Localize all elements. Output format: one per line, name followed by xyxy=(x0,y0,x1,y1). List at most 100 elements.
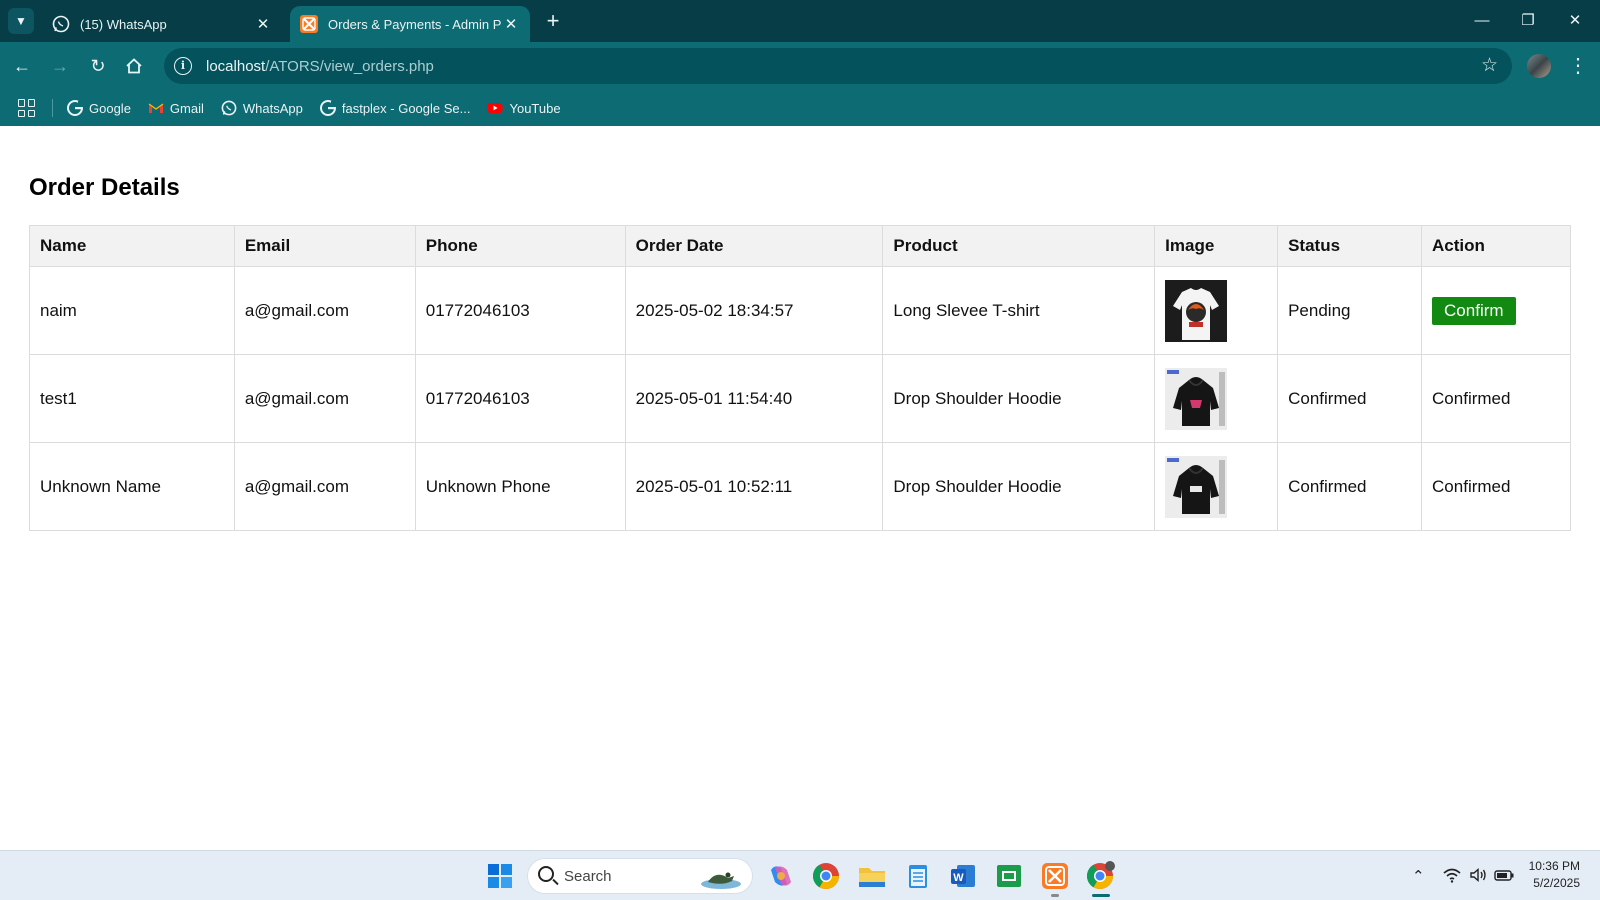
cell-action: Confirm xyxy=(1421,266,1571,355)
tab-strip: ▼ (15) WhatsApp ✕ Orders & Payments - Ad… xyxy=(0,0,1600,42)
bookmark-label: Google xyxy=(89,100,131,116)
address-url: localhost/ATORS/view_orders.php xyxy=(206,58,434,75)
tab-whatsapp[interactable]: (15) WhatsApp ✕ xyxy=(42,6,282,42)
tab-title: (15) WhatsApp xyxy=(80,16,167,32)
cell-action: Confirmed xyxy=(1421,442,1571,531)
bookmarks-divider xyxy=(52,99,53,117)
taskbar-search[interactable]: Search xyxy=(527,858,753,894)
column-header-email: Email xyxy=(233,225,416,267)
cell-product: Long Slevee T-shirt xyxy=(882,266,1156,355)
profile-avatar[interactable] xyxy=(1527,54,1551,78)
orders-table: Name Email Phone Order Date Product Imag… xyxy=(29,225,1571,531)
sheets-icon[interactable] xyxy=(993,860,1025,892)
cell-image xyxy=(1154,266,1279,355)
bookmark-fastplex[interactable]: fastplex - Google Se... xyxy=(319,100,470,116)
restore-icon[interactable]: ❐ xyxy=(1513,8,1543,34)
new-tab-button[interactable]: + xyxy=(540,8,566,34)
column-header-name: Name xyxy=(29,225,235,267)
close-window-icon[interactable]: ✕ xyxy=(1560,8,1590,34)
url-host: localhost xyxy=(206,57,266,75)
show-hidden-icons-icon[interactable]: ⌃ xyxy=(1412,867,1425,885)
black-hoodie-thumbnail xyxy=(1165,367,1228,430)
column-header-order-date: Order Date xyxy=(624,225,884,267)
tab-search-button[interactable]: ▼ xyxy=(8,8,34,34)
close-tab-icon[interactable]: ✕ xyxy=(254,15,272,33)
xampp-icon xyxy=(300,15,318,33)
bookmark-star-icon[interactable]: ☆ xyxy=(1481,54,1498,77)
close-tab-icon[interactable]: ✕ xyxy=(502,15,520,33)
cell-status: Confirmed xyxy=(1277,442,1423,531)
apps-grid-icon[interactable] xyxy=(18,99,36,117)
column-header-product: Product xyxy=(882,225,1156,267)
clock-time: 10:36 PM xyxy=(1528,859,1580,873)
column-header-phone: Phone xyxy=(414,225,626,267)
bookmark-whatsapp[interactable]: WhatsApp xyxy=(221,100,303,116)
tab-title: Orders & Payments - Admin Pa xyxy=(328,16,502,32)
black-hoodie-thumbnail xyxy=(1165,455,1228,518)
volume-icon[interactable] xyxy=(1469,867,1487,883)
site-info-icon[interactable]: i xyxy=(174,57,192,75)
home-icon[interactable] xyxy=(120,52,148,80)
cell-phone: Unknown Phone xyxy=(414,442,626,531)
running-indicator xyxy=(1051,894,1059,897)
cell-email: a@gmail.com xyxy=(233,442,416,531)
taskbar-search-label: Search xyxy=(564,868,612,885)
table-row: Unknown Name a@gmail.com Unknown Phone 2… xyxy=(29,442,1571,531)
table-row: naim a@gmail.com 01772046103 2025-05-02 … xyxy=(29,266,1571,355)
windows-taskbar: Search W ⌃ 10:36 PM 5/2/2025 xyxy=(0,850,1600,900)
cell-name: naim xyxy=(29,266,235,355)
whatsapp-icon xyxy=(221,100,237,116)
chrome-active-icon[interactable] xyxy=(1084,860,1116,892)
cell-status: Confirmed xyxy=(1277,354,1423,443)
google-icon xyxy=(319,100,336,116)
column-header-action: Action xyxy=(1421,225,1571,267)
cell-image xyxy=(1154,354,1279,443)
cell-name: test1 xyxy=(29,354,235,443)
battery-icon[interactable] xyxy=(1494,867,1514,883)
google-icon xyxy=(67,100,83,116)
reload-icon[interactable]: ↻ xyxy=(84,52,112,80)
white-tshirt-thumbnail xyxy=(1165,279,1228,342)
page-title: Order Details xyxy=(29,174,180,201)
column-header-image: Image xyxy=(1154,225,1279,267)
tab-orders-payments[interactable]: Orders & Payments - Admin Pa ✕ xyxy=(290,6,530,42)
table-row: test1 a@gmail.com 01772046103 2025-05-01… xyxy=(29,354,1571,443)
windows-start-icon[interactable] xyxy=(484,860,516,892)
word-icon[interactable]: W xyxy=(947,860,979,892)
forward-arrow-icon[interactable]: → xyxy=(46,52,74,80)
whatsapp-icon xyxy=(52,15,70,33)
notepad-icon[interactable] xyxy=(902,860,934,892)
confirm-order-button[interactable]: Confirm xyxy=(1432,296,1516,325)
bookmark-label: WhatsApp xyxy=(242,100,303,116)
youtube-icon xyxy=(487,103,503,113)
cell-action: Confirmed xyxy=(1421,354,1571,443)
page-content: Order Details Name Email Phone Order Dat… xyxy=(0,126,1600,850)
cell-phone: 01772046103 xyxy=(414,266,626,355)
bookmark-gmail[interactable]: Gmail xyxy=(148,100,204,116)
browser-menu-icon[interactable]: ⋮ xyxy=(1566,52,1590,80)
url-path: /ATORS/view_orders.php xyxy=(265,57,434,75)
cell-email: a@gmail.com xyxy=(233,354,416,443)
bookmark-youtube[interactable]: YouTube xyxy=(487,100,561,116)
cell-order-date: 2025-05-01 10:52:11 xyxy=(624,442,884,531)
gmail-icon xyxy=(148,103,164,113)
cell-email: a@gmail.com xyxy=(233,266,416,355)
bookmark-google[interactable]: Google xyxy=(67,100,131,116)
wifi-icon[interactable] xyxy=(1443,867,1461,883)
cell-order-date: 2025-05-02 18:34:57 xyxy=(624,266,884,355)
minimize-icon[interactable]: — xyxy=(1467,8,1497,34)
copilot-icon[interactable] xyxy=(765,860,797,892)
back-arrow-icon[interactable]: ← xyxy=(8,52,36,80)
xampp-icon[interactable] xyxy=(1039,860,1071,892)
address-bar[interactable]: i localhost/ATORS/view_orders.php ☆ xyxy=(164,48,1512,84)
table-header-row: Name Email Phone Order Date Product Imag… xyxy=(29,225,1571,267)
cell-product: Drop Shoulder Hoodie xyxy=(882,442,1156,531)
chrome-icon[interactable] xyxy=(810,860,842,892)
bookmark-label: Gmail xyxy=(169,100,204,116)
search-highlight-icon xyxy=(701,872,741,889)
bookmark-label: YouTube xyxy=(509,100,561,116)
cell-image xyxy=(1154,442,1279,531)
file-explorer-icon[interactable] xyxy=(856,860,888,892)
system-clock[interactable]: 10:36 PM 5/2/2025 xyxy=(1520,858,1580,892)
search-icon xyxy=(538,866,554,882)
